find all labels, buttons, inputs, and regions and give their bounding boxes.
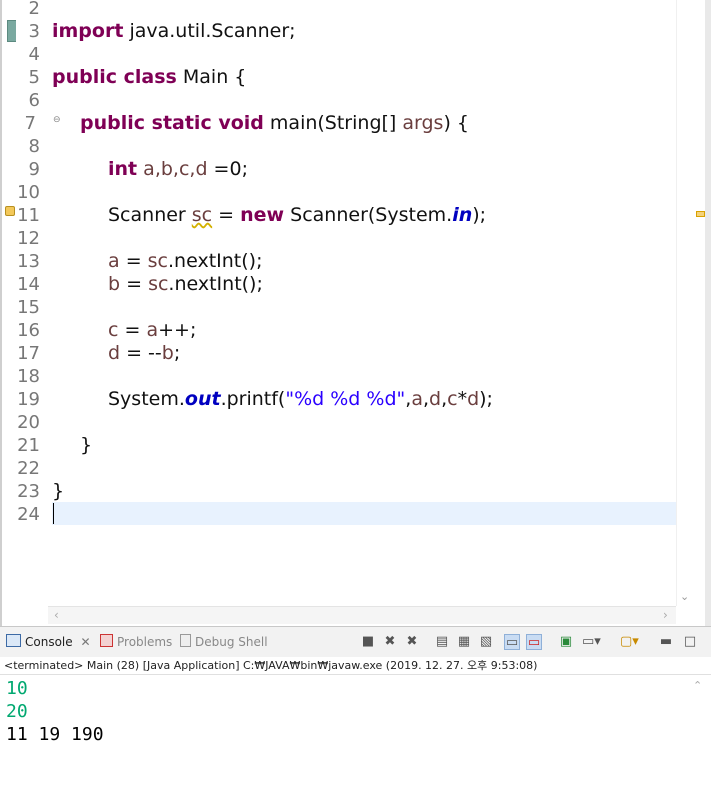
code-line-13: a = sc.nextInt(); xyxy=(108,250,263,272)
console-icon xyxy=(6,634,21,647)
editor-border xyxy=(705,0,711,626)
line-number: 22 xyxy=(17,458,40,479)
display-selected-console-icon[interactable]: ▭▾ xyxy=(582,634,601,650)
scroll-left-icon[interactable]: ‹ xyxy=(54,608,59,622)
tab-problems[interactable]: Problems xyxy=(100,634,172,649)
line-number: 20 xyxy=(17,412,40,433)
line-number: 14 xyxy=(17,274,40,295)
scroll-down-icon[interactable]: ⌄ xyxy=(680,590,689,603)
line-number: 23 xyxy=(17,481,40,502)
code-line-19: System.out.printf("%d %d %d",a,d,c*d); xyxy=(108,388,493,410)
console-output-line: 11 19 190 xyxy=(6,724,104,745)
code-line-23: } xyxy=(52,480,65,502)
line-number: 16 xyxy=(17,320,40,341)
remove-launch-icon[interactable]: ✖ xyxy=(382,634,398,650)
maximize-icon[interactable]: □ xyxy=(682,634,698,650)
line-number: 21 xyxy=(17,435,40,456)
code-line-16: c = a++; xyxy=(108,319,197,341)
scroll-lock-icon[interactable]: ▦ xyxy=(456,634,472,650)
remove-all-terminated-icon[interactable]: ✖ xyxy=(404,634,420,650)
console-process-label: <terminated> Main (28) [Java Application… xyxy=(0,657,711,675)
show-on-stdout-icon[interactable]: ▭ xyxy=(504,634,520,650)
tab-debug-shell[interactable]: Debug Shell xyxy=(180,634,268,649)
tab-console[interactable]: Console ✕ xyxy=(6,634,91,649)
warning-marker-icon[interactable] xyxy=(5,206,15,216)
line-number: 19 xyxy=(17,389,40,410)
annotation-ruler xyxy=(2,0,17,606)
line-number-ruler: 2 3 4 5 6 7 8 9 10 11 12 13 14 15 16 17 … xyxy=(16,0,61,606)
line-number: 18 xyxy=(17,366,40,387)
code-editor[interactable]: 2 3 4 5 6 7 8 9 10 11 12 13 14 15 16 17 … xyxy=(0,0,711,626)
scroll-up-icon[interactable]: ⌃ xyxy=(693,679,702,692)
console-view: Console ✕ Problems Debug Shell ■ ✖ ✖ ▤ ▦… xyxy=(0,626,711,785)
code-line-11: Scanner sc = new Scanner(System.in); xyxy=(108,204,487,226)
code-line-21: } xyxy=(80,434,93,456)
line-number: 5 xyxy=(28,67,40,88)
line-number: 17 xyxy=(17,343,40,364)
line-number: 10 xyxy=(17,182,40,203)
close-icon[interactable]: ✕ xyxy=(80,635,90,649)
console-input-line: 20 xyxy=(6,701,28,722)
code-line-17: d = --b; xyxy=(108,342,181,364)
scroll-right-icon[interactable]: › xyxy=(663,608,668,622)
editor-horizontal-scrollbar[interactable]: ‹ › xyxy=(48,606,676,624)
code-line-9: int a,b,c,d =0; xyxy=(108,158,248,180)
terminate-icon[interactable]: ■ xyxy=(360,634,376,650)
console-output[interactable]: 10 20 11 19 190 xyxy=(6,677,686,746)
clear-console-icon[interactable]: ▤ xyxy=(434,634,450,650)
code-line-14: b = sc.nextInt(); xyxy=(108,273,263,295)
line-number: 24 xyxy=(17,504,40,525)
line-number: 12 xyxy=(17,228,40,249)
code-text-area[interactable]: import java.util.Scanner; public class M… xyxy=(52,0,676,606)
line-number: 9 xyxy=(28,159,40,180)
word-wrap-icon[interactable]: ▧ xyxy=(478,634,494,650)
console-input-line: 10 xyxy=(6,678,28,699)
line-number: 7 xyxy=(24,113,36,134)
line-number: 11 xyxy=(17,205,40,226)
line-number: 2 xyxy=(28,0,40,19)
overview-ruler xyxy=(693,0,705,606)
line-number: 8 xyxy=(28,136,40,157)
line-number: 3 xyxy=(28,21,40,42)
warning-overview-marker[interactable] xyxy=(696,211,705,217)
console-vertical-scrollbar[interactable]: ⌃ xyxy=(690,677,707,785)
problems-icon xyxy=(100,634,113,647)
minimize-icon[interactable]: ▬ xyxy=(658,634,674,650)
line-number: 6 xyxy=(28,90,40,111)
line-number: 4 xyxy=(28,44,40,65)
pin-console-icon[interactable]: ▣ xyxy=(558,634,574,650)
open-console-icon[interactable]: ▢▾ xyxy=(620,634,639,650)
editor-vertical-scrollbar[interactable] xyxy=(676,0,694,606)
code-line-5: public class Main { xyxy=(52,66,247,88)
show-on-stderr-icon[interactable]: ▭ xyxy=(526,634,542,650)
line-number: 15 xyxy=(17,297,40,318)
code-line-3: import java.util.Scanner; xyxy=(52,20,296,42)
line-number: 13 xyxy=(17,251,40,272)
view-tab-bar: Console ✕ Problems Debug Shell ■ ✖ ✖ ▤ ▦… xyxy=(0,627,711,658)
code-line-7: public static void main(String[] args) { xyxy=(80,112,470,134)
debug-shell-icon xyxy=(180,634,191,647)
